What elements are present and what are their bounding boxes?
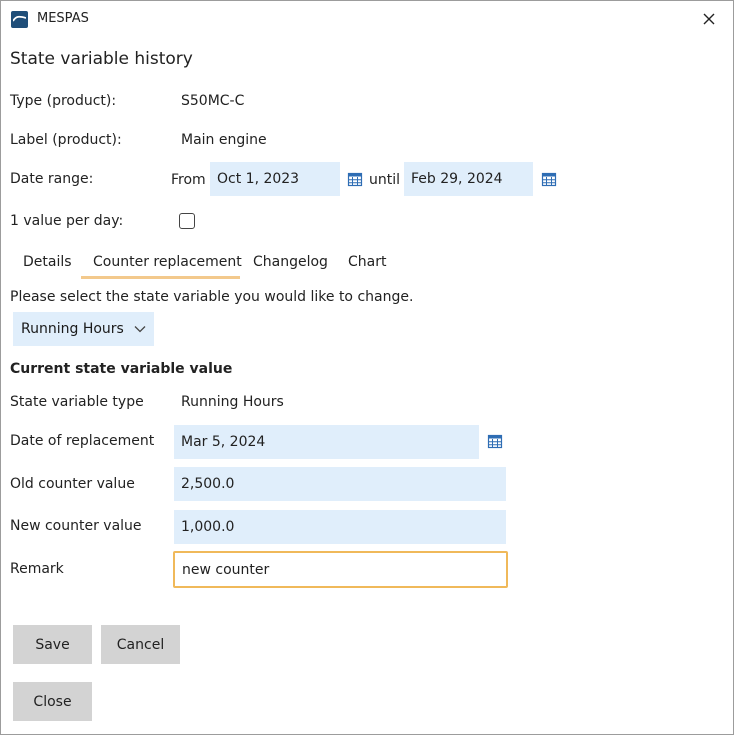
instruction-text: Please select the state variable you wou… — [10, 289, 414, 305]
close-button[interactable]: Close — [13, 682, 92, 721]
tab-counter-replacement[interactable]: Counter replacement — [93, 254, 242, 270]
cancel-button[interactable]: Cancel — [101, 625, 180, 664]
dialog-title: State variable history — [10, 49, 193, 69]
per-day-label: 1 value per day: — [10, 213, 124, 229]
date-range-label: Date range: — [10, 171, 94, 187]
dropdown-selected-value: Running Hours — [21, 321, 124, 337]
dialog-window: MESPAS State variable history Type (prod… — [0, 0, 734, 735]
active-tab-indicator — [81, 276, 240, 279]
per-day-checkbox[interactable] — [179, 213, 195, 229]
from-date-field[interactable]: Oct 1, 2023 — [210, 162, 340, 196]
tab-details[interactable]: Details — [23, 254, 72, 270]
tab-changelog[interactable]: Changelog — [253, 254, 328, 270]
section-title: Current state variable value — [10, 361, 233, 377]
until-label: until — [369, 172, 401, 188]
app-title: MESPAS — [37, 11, 89, 26]
calendar-icon[interactable] — [541, 171, 557, 187]
chevron-down-icon — [134, 326, 146, 333]
remark-field[interactable]: new counter — [173, 551, 508, 588]
old-counter-field[interactable]: 2,500.0 — [174, 467, 506, 501]
label-label: Label (product): — [10, 132, 122, 148]
save-button[interactable]: Save — [13, 625, 92, 664]
label-value: Main engine — [181, 132, 267, 148]
old-counter-label: Old counter value — [10, 476, 135, 492]
from-label: From — [171, 172, 206, 188]
remark-label: Remark — [10, 561, 64, 577]
new-counter-label: New counter value — [10, 518, 142, 534]
tab-chart[interactable]: Chart — [348, 254, 386, 270]
close-icon[interactable] — [695, 5, 723, 33]
type-value: S50MC-C — [181, 93, 245, 109]
calendar-icon[interactable] — [487, 433, 503, 449]
new-counter-field[interactable]: 1,000.0 — [174, 510, 506, 544]
sv-type-label: State variable type — [10, 394, 144, 410]
type-label: Type (product): — [10, 93, 117, 109]
until-date-field[interactable]: Feb 29, 2024 — [404, 162, 533, 196]
sv-type-value: Running Hours — [181, 394, 284, 410]
date-of-replacement-label: Date of replacement — [10, 433, 155, 449]
state-variable-dropdown[interactable]: Running Hours — [13, 312, 154, 346]
date-of-replacement-field[interactable]: Mar 5, 2024 — [174, 425, 479, 459]
app-logo-icon — [11, 11, 28, 28]
calendar-icon[interactable] — [347, 171, 363, 187]
